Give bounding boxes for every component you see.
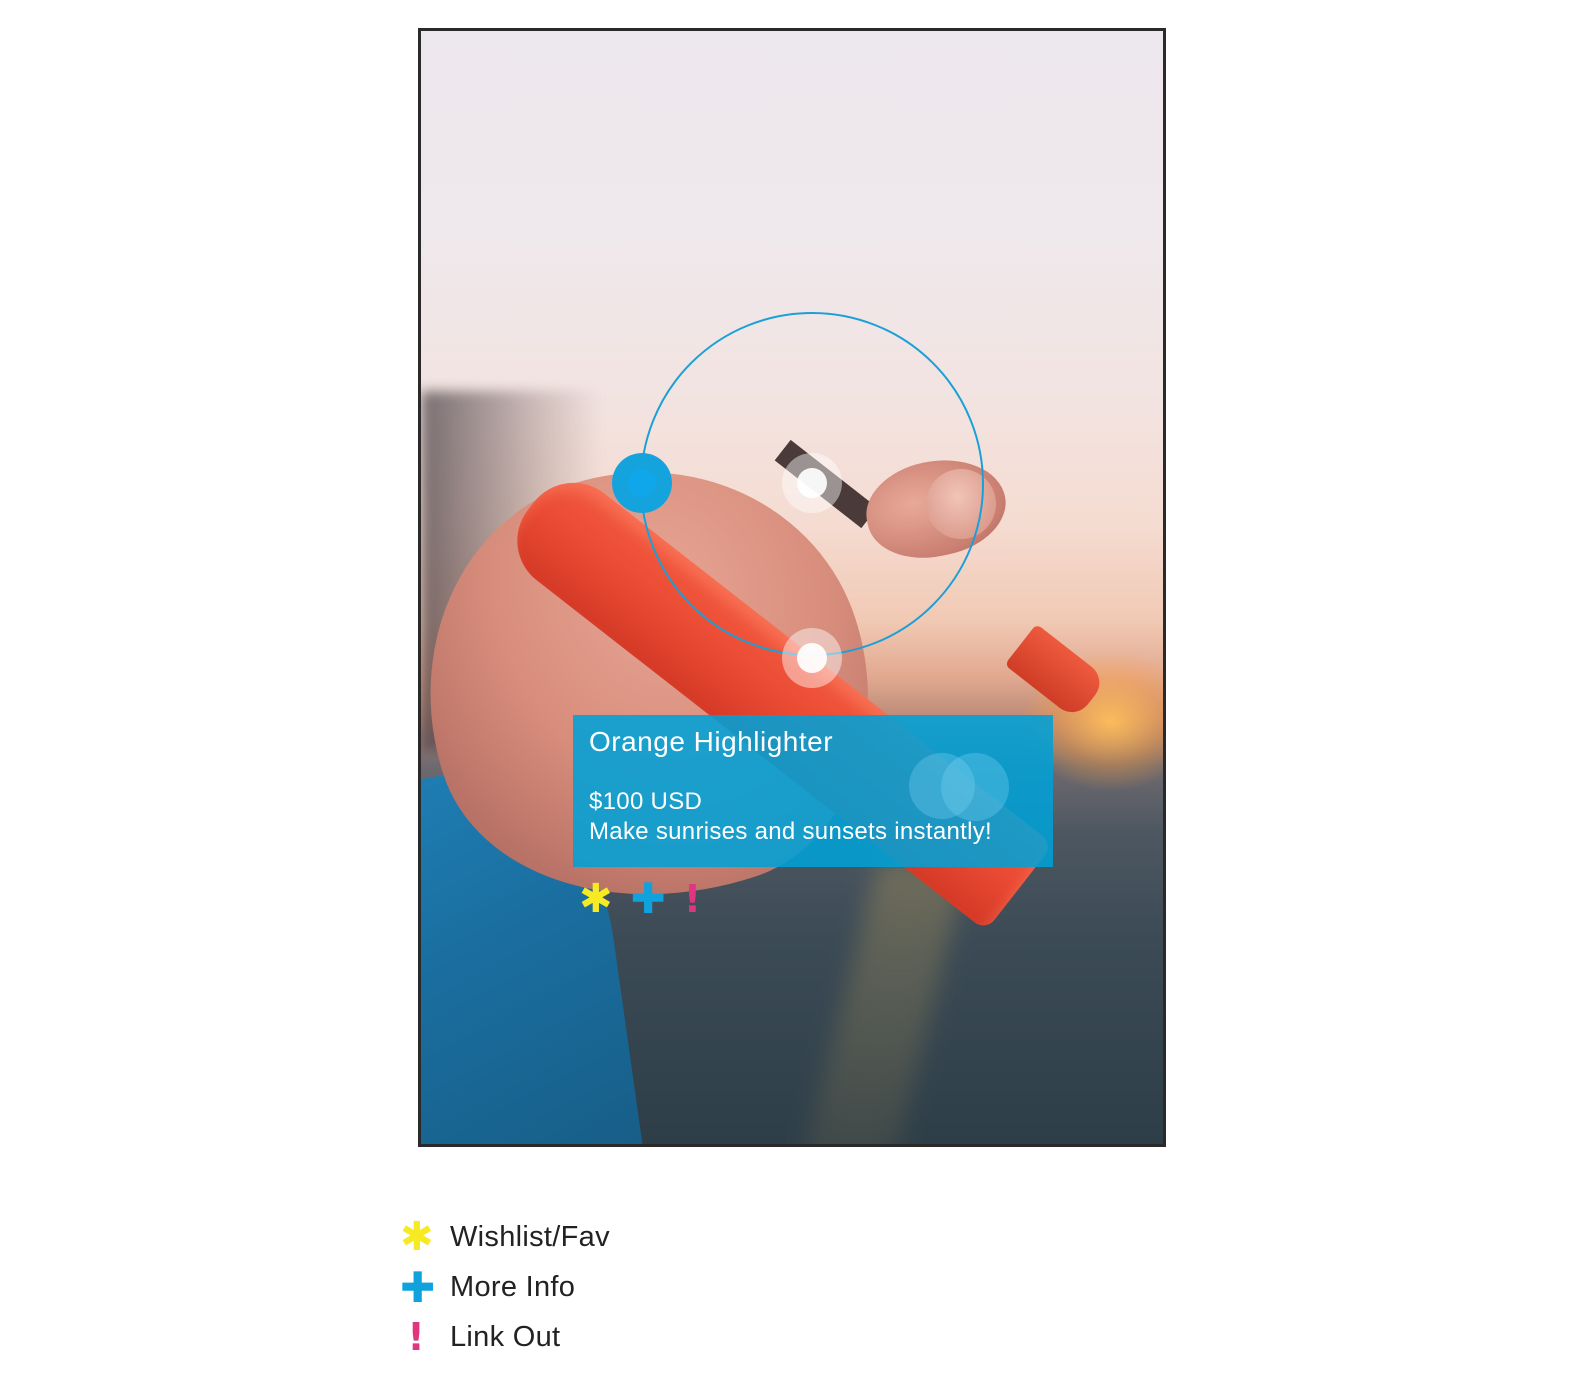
- more-info-plus-icon[interactable]: ✚: [631, 878, 666, 920]
- product-title: Orange Highlighter: [589, 726, 834, 757]
- legend-label-more-info: More Info: [450, 1270, 576, 1303]
- hotspot-bottom[interactable]: [782, 628, 842, 688]
- link-out-exclamation-icon[interactable]: !: [684, 879, 701, 919]
- legend-item-link-out: ! Link Out: [400, 1312, 610, 1362]
- exclamation-icon: !: [407, 1315, 425, 1359]
- hotspot-center[interactable]: [782, 453, 842, 513]
- plus-icon: ✚: [400, 1262, 436, 1312]
- active-hotspot[interactable]: [612, 453, 672, 513]
- legend-item-more-info: ✚ More Info: [400, 1262, 610, 1312]
- wishlist-asterisk-icon[interactable]: ✱: [579, 879, 613, 919]
- product-action-bar: ✱ ✚ !: [579, 878, 701, 920]
- product-info-card[interactable]: Orange Highlighter $100 USD Make sunrise…: [573, 715, 1053, 867]
- mockup-canvas: Orange Highlighter $100 USD Make sunrise…: [0, 0, 1594, 1400]
- icon-legend: ✱ Wishlist/Fav ✚ More Info ! Link Out: [400, 1212, 610, 1362]
- legend-item-wishlist: ✱ Wishlist/Fav: [400, 1212, 610, 1262]
- product-price: $100 USD: [589, 788, 703, 815]
- asterisk-icon: ✱: [400, 1214, 434, 1260]
- legend-label-link-out: Link Out: [450, 1320, 561, 1353]
- product-photo-frame: Orange Highlighter $100 USD Make sunrise…: [418, 28, 1166, 1147]
- legend-label-wishlist: Wishlist/Fav: [450, 1220, 610, 1253]
- product-description: Make sunrises and sunsets instantly!: [589, 818, 992, 845]
